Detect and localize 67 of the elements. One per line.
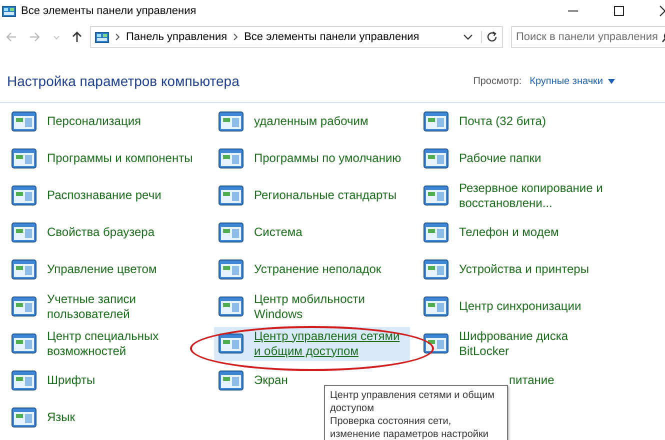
control-panel-item[interactable]: Центр синхронизации <box>419 292 586 320</box>
control-panel-item[interactable]: Учетные записи пользователей <box>7 290 203 324</box>
control-panel-item[interactable]: Свойства браузера <box>7 218 159 246</box>
chevron-down-icon[interactable] <box>463 34 473 40</box>
page-heading: Настройка параметров компьютера <box>7 73 240 89</box>
window-icon <box>218 184 244 208</box>
window-icon <box>11 110 37 134</box>
control-panel-item[interactable]: Распознавание речи <box>7 182 166 210</box>
window-icon <box>218 368 244 392</box>
window-icon <box>218 110 244 134</box>
window-icon <box>11 368 37 392</box>
control-panel-icon <box>2 4 16 18</box>
window-icon <box>11 294 37 318</box>
control-panel-item[interactable]: Региональные стандарты <box>214 182 401 210</box>
window-icon <box>11 258 37 282</box>
control-panel-item[interactable]: Центр управления сетями и общим доступом <box>214 326 410 360</box>
search-field[interactable]: Поиск в панели управления <box>511 26 665 48</box>
chevron-icon <box>115 33 120 41</box>
window-icon <box>423 258 449 282</box>
window-icon <box>423 146 449 170</box>
control-panel-item[interactable]: Система <box>214 218 306 246</box>
window-icon <box>11 146 37 170</box>
window-icon <box>218 332 244 356</box>
control-panel-item[interactable]: Почта (32 бита) <box>419 108 550 136</box>
breadcrumb-link[interactable]: Все элементы панели управления <box>244 31 420 43</box>
window-icon <box>423 332 449 356</box>
maximize-icon[interactable] <box>613 5 625 17</box>
control-panel-item[interactable]: Программы и компоненты <box>7 144 197 172</box>
window-icon <box>11 406 37 430</box>
window-icon <box>218 294 244 318</box>
control-panel-item[interactable]: Телефон и модем <box>419 218 563 246</box>
window-icon <box>218 220 244 244</box>
address-bar[interactable]: Панель управления Все элементы панели управления <box>90 26 503 48</box>
control-panel-item[interactable]: Шифрование диска BitLocker <box>419 326 615 360</box>
chevron-icon <box>233 33 238 41</box>
dropdown-arrow-icon <box>608 78 615 84</box>
control-panel-item[interactable]: удаленным рабочим <box>214 108 372 136</box>
tooltip-title: Центр управления сетями и общим доступом <box>330 389 496 415</box>
window-icon <box>218 146 244 170</box>
window-icon <box>218 258 244 282</box>
window-icon <box>11 332 37 356</box>
window-icon <box>423 110 449 134</box>
control-panel-item[interactable]: Резервное копирование и восстановлени... <box>419 178 615 212</box>
control-panel-item[interactable]: Шрифты <box>7 366 100 394</box>
window-title: Все элементы панели управления <box>21 5 196 17</box>
control-panel-item[interactable]: Язык <box>7 404 80 432</box>
window-icon <box>423 220 449 244</box>
window-icon <box>423 294 449 318</box>
control-panel-icon <box>95 30 109 44</box>
control-panel-item[interactable]: Центр специальных возможностей <box>7 326 203 360</box>
window-icon <box>423 184 449 208</box>
control-panel-item[interactable]: Управление цветом <box>7 256 161 284</box>
window-icon <box>11 220 37 244</box>
view-dropdown[interactable]: Крупные значки <box>530 76 615 86</box>
window-icon <box>11 184 37 208</box>
tooltip-description: Проверка состояния сети, изменение параметров настройки <box>330 415 490 440</box>
control-panel-item[interactable]: Программы по умолчанию <box>214 144 406 172</box>
view-label: Просмотр: <box>473 76 522 86</box>
control-panel-item[interactable]: Экран <box>214 366 292 394</box>
control-panel-item[interactable]: Центр мобильности Windows <box>214 290 410 324</box>
control-panel-item[interactable]: Рабочие папки <box>419 144 546 172</box>
breadcrumb-link[interactable]: Панель управления <box>126 31 228 43</box>
up-arrow-icon[interactable] <box>72 31 82 43</box>
refresh-icon[interactable] <box>481 31 498 43</box>
control-panel-item[interactable]: Устройства и принтеры <box>419 256 593 284</box>
control-panel-item[interactable]: Персонализация <box>7 108 146 136</box>
control-panel-item[interactable]: Устранение неполадок <box>214 256 386 284</box>
